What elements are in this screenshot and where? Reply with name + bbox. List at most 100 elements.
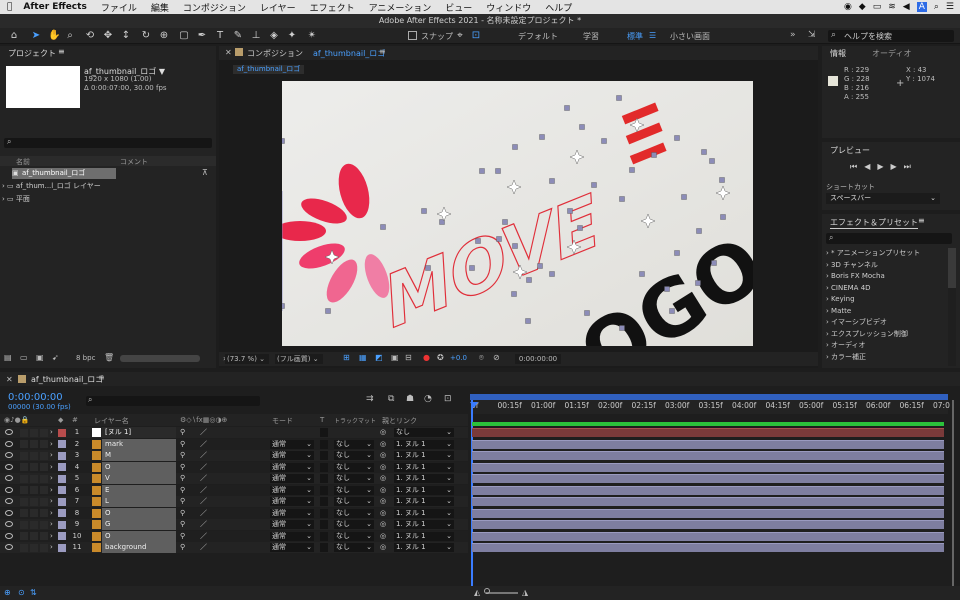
transform-handle[interactable]	[701, 149, 707, 155]
expand-arrow-icon[interactable]: ›	[50, 496, 53, 507]
layer-duration-bar[interactable]	[472, 474, 944, 483]
dolly-tool-icon[interactable]: ↕	[120, 30, 132, 42]
transform-handle[interactable]	[282, 138, 285, 144]
apple-menu-icon[interactable]: 	[0, 2, 19, 12]
solo-toggle[interactable]	[30, 520, 38, 529]
menu-file[interactable]: ファイル	[94, 1, 144, 14]
pick-whip-icon[interactable]: ◎	[380, 496, 386, 507]
rotate-tool-icon[interactable]: ↻	[140, 30, 152, 42]
new-folder-icon[interactable]: ▭	[20, 353, 28, 362]
transform-handle[interactable]	[695, 280, 701, 286]
timeline-tab-label[interactable]: af_thumbnail_ロゴ	[31, 374, 103, 385]
selection-tool-icon[interactable]: ➤	[30, 30, 42, 42]
quality-switch-icon[interactable]: ／	[200, 531, 207, 542]
transform-handle[interactable]	[495, 168, 501, 174]
layer-name[interactable]: O	[102, 530, 176, 542]
project-folder[interactable]: › ▭ af_thum...l_ロゴ レイヤー	[2, 181, 202, 192]
audio-toggle[interactable]	[20, 428, 28, 437]
col-comment[interactable]: コメント	[120, 157, 148, 167]
pick-whip-icon[interactable]: ◎	[380, 519, 386, 530]
puppet-tool-icon[interactable]: ✴	[306, 30, 318, 42]
show-snapshot-icon[interactable]: ⊘	[493, 353, 500, 362]
pick-whip-icon[interactable]: ◎	[380, 485, 386, 496]
layer-name[interactable]: G	[102, 519, 176, 530]
transform-handle[interactable]	[512, 144, 518, 150]
panel-menu-icon[interactable]: ≡	[918, 216, 925, 225]
parent-select[interactable]: 1. ヌル 1 ⌄	[394, 451, 454, 460]
track-matte-select[interactable]: なし ⌄	[334, 474, 374, 483]
solo-toggle[interactable]	[30, 486, 38, 494]
transform-handle[interactable]	[380, 224, 386, 230]
effect-category[interactable]: › エクスプレッション制御	[826, 330, 908, 339]
transform-handle[interactable]	[619, 325, 625, 331]
parent-select[interactable]: 1. ヌル 1 ⌄	[394, 474, 454, 483]
solo-toggle[interactable]	[30, 428, 38, 437]
lock-icon[interactable]	[235, 48, 243, 56]
transform-handle[interactable]	[325, 308, 331, 314]
brush-tool-icon[interactable]: ✎	[232, 30, 244, 42]
eraser-tool-icon[interactable]: ◈	[268, 30, 280, 42]
col-number[interactable]: #	[72, 416, 78, 424]
effect-category[interactable]: › 3D チャンネル	[826, 261, 878, 270]
audio-toggle[interactable]	[20, 509, 28, 517]
effect-category[interactable]: › カラー補正	[826, 353, 866, 362]
search-icon[interactable]: ⌕	[934, 2, 939, 12]
lock-toggle[interactable]	[40, 463, 48, 471]
audio-toggle[interactable]	[20, 486, 28, 494]
layer-row[interactable]: › 4 O ⚲ ／ 通常 ⌄ なし ⌄ ◎ 1. ヌル 1 ⌄	[0, 461, 468, 473]
transform-handle[interactable]	[669, 308, 675, 314]
pick-whip-icon[interactable]: ◎	[380, 462, 386, 473]
shy-switch-icon[interactable]: ⚲	[180, 485, 185, 496]
pick-whip-icon[interactable]: ◎	[380, 508, 386, 519]
preserve-transparency-toggle[interactable]	[320, 428, 328, 437]
transform-handle[interactable]	[591, 182, 597, 188]
layer-duration-bar[interactable]	[472, 462, 944, 472]
expand-arrow-icon[interactable]: ›	[50, 450, 53, 461]
transform-handle[interactable]	[616, 95, 622, 101]
quality-switch-icon[interactable]: ／	[200, 496, 207, 507]
layer-name[interactable]: M	[102, 450, 176, 461]
anchor-tool-icon[interactable]: ⊕	[158, 30, 170, 42]
layer-duration-bar[interactable]	[472, 497, 944, 506]
transform-handle[interactable]	[639, 271, 645, 277]
audio-toggle[interactable]	[20, 451, 28, 460]
blend-mode-select[interactable]: 通常 ⌄	[270, 439, 314, 449]
audio-toggle[interactable]	[20, 532, 28, 540]
layer-search[interactable]: ⌕	[86, 395, 260, 406]
solo-toggle[interactable]	[30, 463, 38, 471]
shy-layers-icon[interactable]: ☗	[406, 394, 414, 404]
layer-name[interactable]: mark	[102, 438, 176, 450]
layer-duration-bar[interactable]	[472, 451, 944, 460]
orbit-tool-icon[interactable]: ⟲	[84, 30, 96, 42]
lock-toggle[interactable]	[40, 543, 48, 552]
transform-handle[interactable]	[674, 250, 680, 256]
audio-toggle[interactable]	[20, 463, 28, 471]
quality-switch-icon[interactable]: ／	[200, 439, 207, 450]
track-matte-select[interactable]: なし ⌄	[334, 462, 374, 472]
expand-arrow-icon[interactable]: ›	[2, 182, 5, 190]
menu-animation[interactable]: アニメーション	[362, 1, 439, 14]
pick-whip-icon[interactable]: ◎	[380, 450, 386, 461]
layer-row[interactable]: › 2 mark ⚲ ／ 通常 ⌄ なし ⌄ ◎ 1. ヌル 1 ⌄	[0, 438, 468, 450]
transform-handle[interactable]	[720, 214, 726, 220]
visibility-eye-icon[interactable]	[5, 463, 13, 470]
shy-switch-icon[interactable]: ⚲	[180, 531, 185, 542]
solo-toggle[interactable]	[30, 532, 38, 540]
layer-name[interactable]: O	[102, 461, 176, 473]
dropbox-icon[interactable]: ◆	[859, 2, 866, 12]
comp-canvas[interactable]: MOVE LOGO	[282, 81, 753, 346]
flowchart-icon[interactable]: ⊼	[202, 168, 208, 177]
prev-frame-icon[interactable]: ◀	[864, 162, 877, 171]
effect-category[interactable]: › Keying	[826, 295, 855, 304]
col-track-matte[interactable]: トラックマット	[334, 416, 376, 425]
pick-whip-icon[interactable]: ◎	[380, 531, 386, 542]
quality-switch-icon[interactable]: ／	[200, 462, 207, 473]
shy-switch-icon[interactable]: ⚲	[180, 427, 185, 438]
zoom-in-icon[interactable]: ◮	[522, 588, 528, 597]
lock-toggle[interactable]	[40, 509, 48, 517]
layer-name[interactable]: O	[102, 507, 176, 519]
audio-toggle[interactable]	[20, 543, 28, 552]
play-icon[interactable]: ▶	[877, 162, 890, 171]
shy-switch-icon[interactable]: ⚲	[180, 519, 185, 530]
layer-name[interactable]: V	[102, 473, 176, 484]
